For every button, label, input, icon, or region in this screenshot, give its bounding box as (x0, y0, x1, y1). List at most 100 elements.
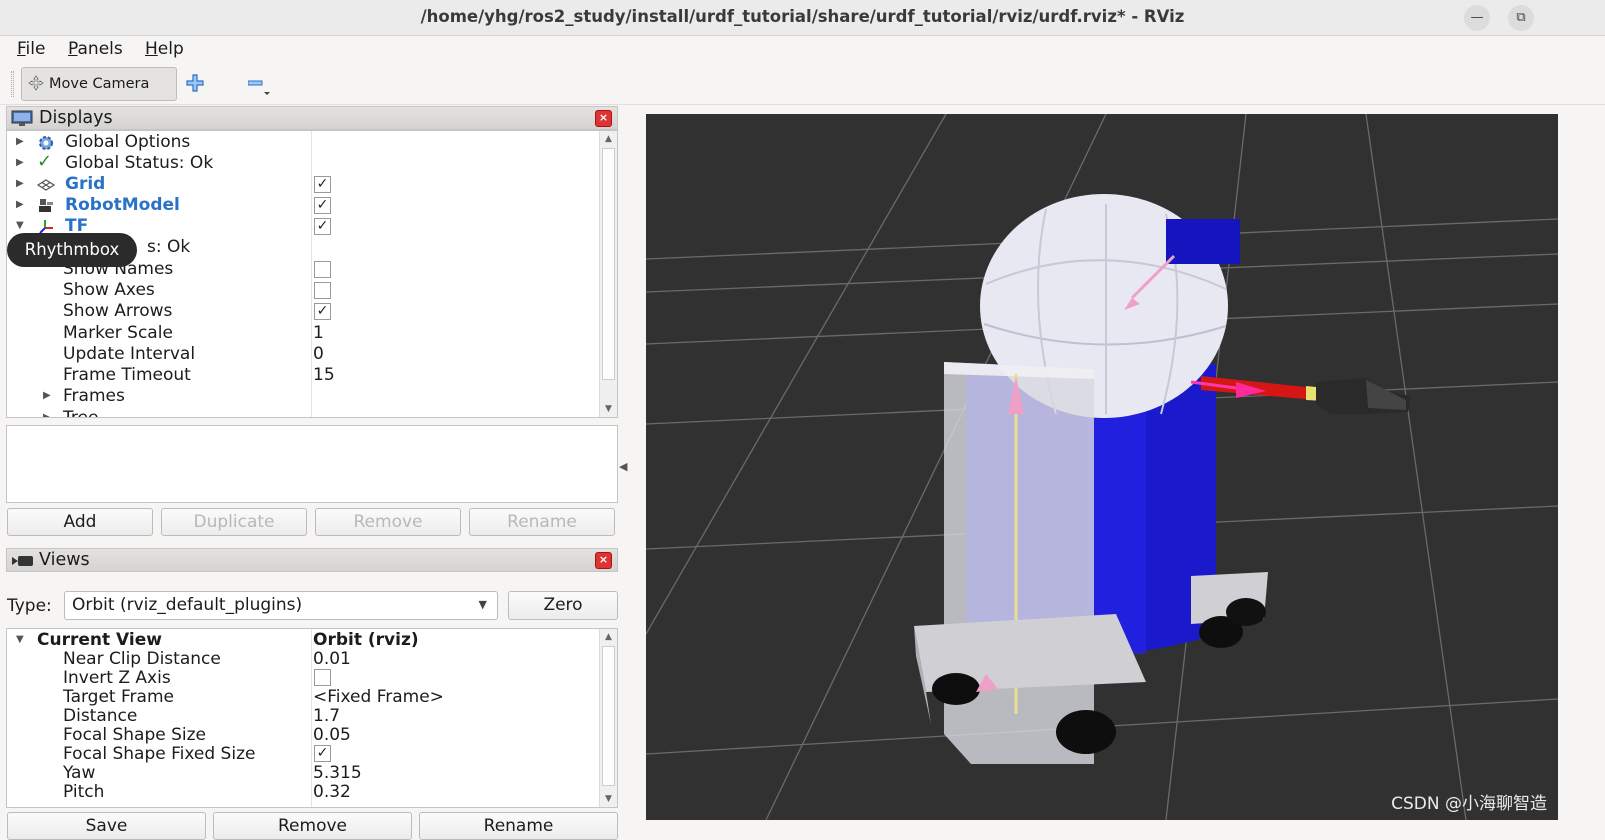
expand-arrow-icon[interactable]: ▶ (16, 157, 24, 168)
focal-shape-fixed-checkbox[interactable]: ✓ (314, 745, 331, 762)
display-row-marker-scale[interactable]: Marker Scale 1 (7, 323, 601, 344)
scroll-down-arrow-icon[interactable]: ▼ (600, 791, 617, 807)
maximize-button[interactable]: ⧉ (1508, 5, 1534, 31)
display-row-show-axes[interactable]: Show Axes (7, 280, 601, 301)
remove-view-button[interactable]: Remove (213, 812, 412, 840)
menu-help-accel: H (145, 39, 158, 59)
menu-help[interactable]: Help (145, 39, 184, 59)
show-arrows-checkbox[interactable]: ✓ (314, 303, 331, 320)
duplicate-display-button[interactable]: Duplicate (161, 508, 307, 536)
tool-minus-dropdown-icon[interactable] (248, 75, 278, 97)
gear-icon (39, 136, 53, 150)
camera-icon (12, 556, 33, 566)
view-row-focal-shape-size[interactable]: Focal Shape Size 0.05 (7, 725, 601, 745)
add-display-button[interactable]: Add (7, 508, 153, 536)
expand-arrow-icon[interactable]: ▶ (16, 178, 24, 189)
display-row-global-options[interactable]: ▶ Global Options (7, 132, 601, 153)
tf-enabled-checkbox[interactable]: ✓ (314, 218, 331, 235)
display-row-show-arrows[interactable]: Show Arrows ✓ (7, 301, 601, 322)
save-view-button[interactable]: Save (7, 812, 206, 840)
remove-display-button[interactable]: Remove (315, 508, 461, 536)
scroll-up-arrow-icon[interactable]: ▲ (600, 131, 617, 147)
property-label: Show Axes (63, 280, 155, 300)
view-type-select[interactable]: Orbit (rviz_default_plugins) ▼ (64, 591, 498, 620)
expand-arrow-icon[interactable]: ▶ (16, 136, 24, 147)
expand-arrow-icon[interactable]: ▶ (16, 199, 24, 210)
collapse-arrow-icon[interactable]: ▼ (16, 220, 24, 231)
move-camera-button[interactable]: Move Camera (21, 67, 177, 101)
head-box (1166, 219, 1240, 264)
scrollbar-thumb[interactable] (602, 646, 615, 786)
grid-icon (37, 179, 55, 191)
views-panel-header: Views × (6, 548, 618, 572)
property-value[interactable]: 0 (313, 344, 324, 364)
display-row-frame-timeout[interactable]: Frame Timeout 15 (7, 365, 601, 386)
display-label: Global Status: Ok (65, 153, 214, 173)
display-row-frames[interactable]: ▶ Frames (7, 386, 601, 407)
robot-scene (646, 114, 1558, 820)
invert-z-checkbox[interactable] (314, 669, 331, 686)
display-row-tree[interactable]: ▶ Tree (7, 408, 601, 417)
display-row-update-interval[interactable]: Update Interval 0 (7, 344, 601, 365)
csdn-watermark: CSDN @小海聊智造 (1391, 794, 1547, 814)
property-label: Frames (63, 386, 125, 406)
property-label: Focal Shape Size (63, 725, 206, 745)
display-row-robotmodel[interactable]: ▶ RobotModel ✓ (7, 195, 601, 216)
collapse-panel-arrow-icon[interactable]: ◀ (619, 460, 627, 473)
scrollbar-thumb[interactable] (602, 148, 615, 380)
zero-view-button[interactable]: Zero (508, 591, 618, 620)
property-label: Pitch (63, 782, 105, 802)
view-type-label: Type: (7, 596, 52, 616)
robotmodel-enabled-checkbox[interactable]: ✓ (314, 197, 331, 214)
views-close-button[interactable]: × (595, 552, 612, 569)
grid-enabled-checkbox[interactable]: ✓ (314, 176, 331, 193)
move-camera-icon (28, 75, 44, 91)
view-row-pitch[interactable]: Pitch 0.32 (7, 782, 601, 802)
view-row-distance[interactable]: Distance 1.7 (7, 706, 601, 726)
property-value[interactable]: 15 (313, 365, 335, 385)
minimize-button[interactable]: — (1464, 5, 1490, 31)
show-axes-checkbox[interactable] (314, 282, 331, 299)
scroll-down-arrow-icon[interactable]: ▼ (600, 401, 617, 417)
view-row-yaw[interactable]: Yaw 5.315 (7, 763, 601, 783)
rename-display-button[interactable]: Rename (469, 508, 615, 536)
property-value[interactable]: <Fixed Frame> (313, 687, 444, 707)
menu-file-accel: F (17, 39, 26, 59)
property-value[interactable]: 1.7 (313, 706, 340, 726)
interact-plus-icon[interactable] (185, 73, 205, 93)
property-label: Distance (63, 706, 138, 726)
expand-arrow-icon[interactable]: ▶ (43, 390, 51, 401)
property-value[interactable]: 5.315 (313, 763, 362, 783)
view-row-invert-z[interactable]: Invert Z Axis (7, 668, 601, 688)
views-scrollbar[interactable]: ▲ ▼ (599, 629, 617, 807)
property-value[interactable]: 0.32 (313, 782, 351, 802)
rename-view-button[interactable]: Rename (419, 812, 618, 840)
robot-gripper (1201, 376, 1411, 414)
menu-panels[interactable]: Panels (68, 39, 123, 59)
menu-file[interactable]: File (17, 39, 45, 59)
property-value[interactable]: 1 (313, 323, 324, 343)
property-value[interactable]: 0.01 (313, 649, 351, 669)
view-row-target-frame[interactable]: Target Frame <Fixed Frame> (7, 687, 601, 707)
collapse-arrow-icon[interactable]: ▼ (16, 634, 24, 645)
view-row-near-clip[interactable]: Near Clip Distance 0.01 (7, 649, 601, 669)
window-title: /home/yhg/ros2_study/install/urdf_tutori… (420, 7, 1185, 26)
display-row-global-status[interactable]: ▶ ✓ Global Status: Ok (7, 151, 601, 174)
menu-help-label: elp (157, 39, 184, 59)
view-row-focal-shape-fixed[interactable]: Focal Shape Fixed Size ✓ (7, 744, 601, 764)
displays-tree[interactable]: ▶ Global Options ▶ ✓ Global Status: Ok ▶… (6, 130, 618, 418)
robot-icon (39, 199, 53, 212)
property-value: Orbit (rviz) (313, 630, 419, 650)
toolbar-grip[interactable] (11, 71, 14, 97)
toolbar: Move Camera (0, 63, 1605, 105)
display-row-grid[interactable]: ▶ Grid ✓ (7, 174, 601, 195)
property-value[interactable]: 0.05 (313, 725, 351, 745)
displays-scrollbar[interactable]: ▲ ▼ (599, 131, 617, 417)
views-tree[interactable]: ▼ Current View Orbit (rviz) Near Clip Di… (6, 628, 618, 808)
expand-arrow-icon[interactable]: ▶ (43, 412, 51, 417)
show-names-checkbox[interactable] (314, 261, 331, 278)
displays-close-button[interactable]: × (595, 110, 612, 127)
scroll-up-arrow-icon[interactable]: ▲ (600, 629, 617, 645)
view-row-current-view[interactable]: ▼ Current View Orbit (rviz) (7, 630, 601, 650)
3d-render-viewport[interactable] (646, 114, 1558, 820)
